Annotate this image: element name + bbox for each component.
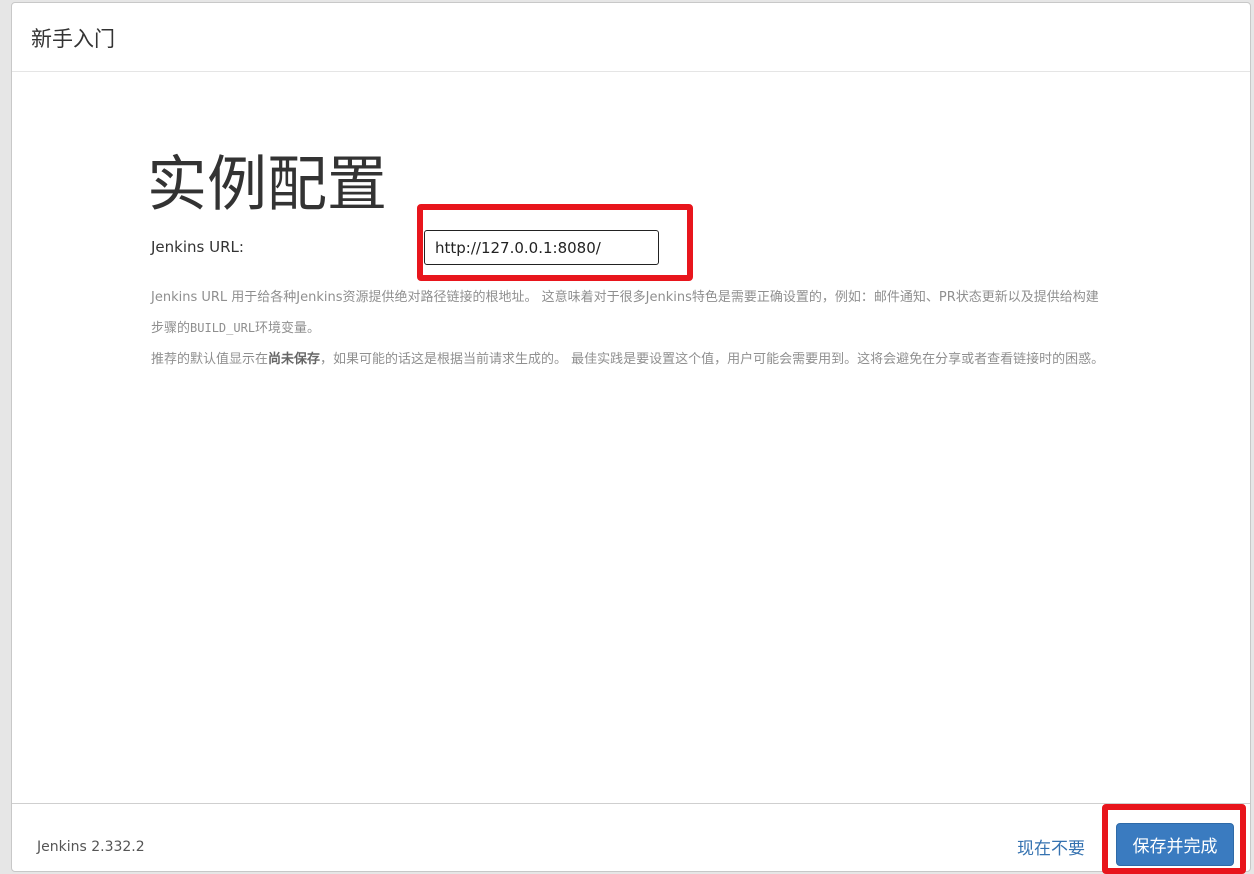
skip-link[interactable]: 现在不要 bbox=[1017, 834, 1085, 859]
help-text: Jenkins URL 用于给各种Jenkins资源提供绝对路径链接的根地址。 … bbox=[151, 282, 1111, 375]
not-saved-emphasis: 尚未保存 bbox=[268, 352, 321, 367]
jenkins-url-input[interactable] bbox=[424, 230, 659, 265]
jenkins-url-label: Jenkins URL: bbox=[151, 238, 244, 256]
dialog-footer: Jenkins 2.332.2 现在不要 保存并完成 bbox=[12, 803, 1250, 874]
dialog-title: 新手入门 bbox=[31, 27, 115, 51]
build-url-code: BUILD_URL bbox=[190, 321, 256, 335]
page-title: 实例配置 bbox=[147, 150, 387, 220]
help-text-2a: 推荐的默认值显示在 bbox=[151, 352, 269, 367]
help-text-2b: ，如果可能的话这是根据当前请求生成的。 最佳实践是要设置这个值，用户可能会需要用… bbox=[320, 352, 1105, 367]
setup-wizard-dialog: 新手入门 实例配置 Jenkins URL: Jenkins URL 用于给各种… bbox=[11, 2, 1251, 874]
help-text-1b: 环境变量。 bbox=[255, 321, 321, 336]
version-label: Jenkins 2.332.2 bbox=[37, 839, 145, 855]
help-paragraph-2: 推荐的默认值显示在尚未保存，如果可能的话这是根据当前请求生成的。 最佳实践是要设… bbox=[151, 344, 1111, 375]
save-and-finish-button[interactable]: 保存并完成 bbox=[1116, 823, 1234, 866]
help-paragraph-1: Jenkins URL 用于给各种Jenkins资源提供绝对路径链接的根地址。 … bbox=[151, 282, 1111, 344]
dialog-header: 新手入门 bbox=[12, 3, 1250, 72]
